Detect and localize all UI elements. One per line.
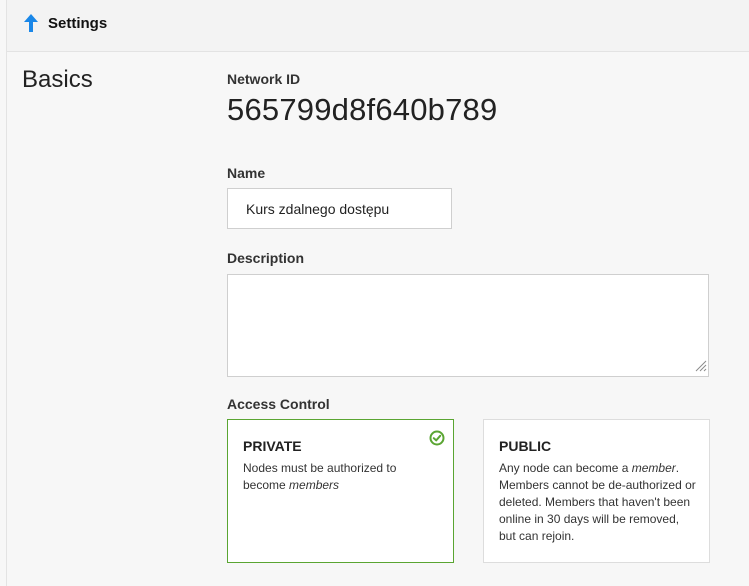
section-title: Basics [22, 66, 93, 93]
settings-header: Settings [7, 0, 749, 52]
check-circle-icon [429, 430, 445, 446]
access-public-option[interactable]: PUBLIC Any node can become a member. Mem… [483, 419, 710, 563]
access-control-label: Access Control [227, 396, 330, 412]
settings-panel: Settings Basics Network ID 565799d8f640b… [6, 0, 749, 586]
header-title: Settings [48, 15, 108, 32]
private-description: Nodes must be authorized to become membe… [243, 461, 397, 492]
network-id-value: 565799d8f640b789 [227, 92, 498, 127]
public-title: PUBLIC [499, 438, 552, 454]
resize-grip-icon[interactable] [695, 360, 707, 372]
private-title: PRIVATE [243, 438, 302, 454]
name-label: Name [227, 165, 266, 181]
name-input[interactable] [227, 188, 452, 229]
description-textarea[interactable] [227, 274, 709, 377]
access-private-option[interactable]: PRIVATE Nodes must be authorized to beco… [227, 419, 454, 563]
public-description: Any node can become a member. Members ca… [499, 461, 696, 543]
description-label: Description [227, 250, 305, 266]
arrow-up-icon[interactable] [24, 14, 38, 32]
network-id-label: Network ID [227, 71, 301, 87]
